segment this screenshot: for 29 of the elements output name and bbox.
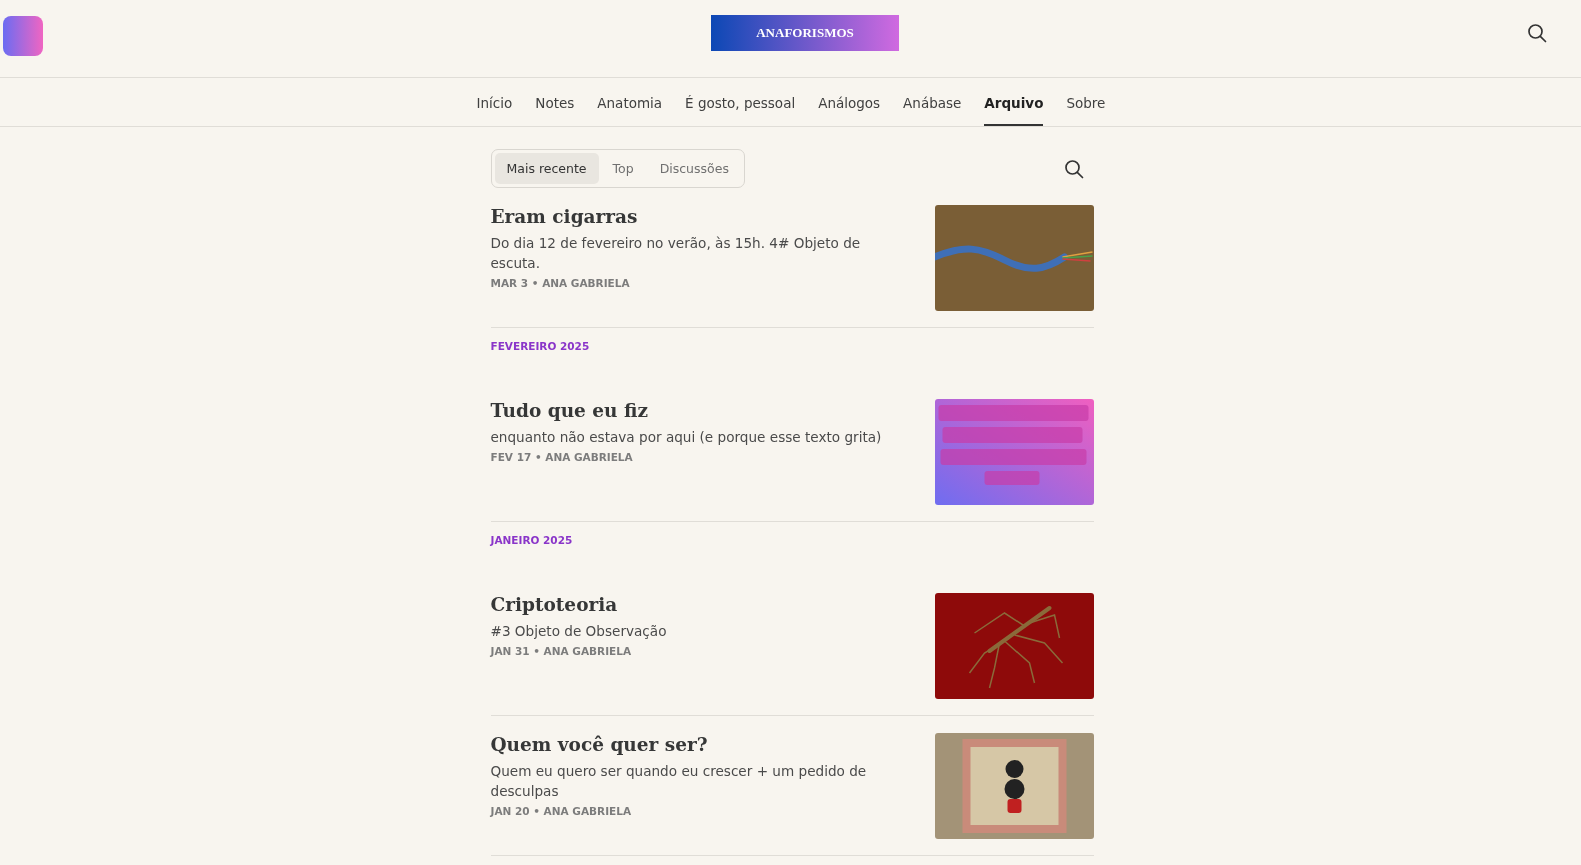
nav-tab[interactable]: Sobre: [1066, 78, 1106, 126]
nav-tab[interactable]: Notes: [535, 78, 575, 126]
post-subtitle: enquanto não estava por aqui (e porque esse texto grita): [490, 428, 882, 447]
month-heading: FEVEREIRO 2025: [490, 339, 591, 354]
sort-tab[interactable]: Discussões: [647, 153, 741, 184]
post-title-link[interactable]: Quem você quer ser?: [490, 734, 708, 755]
sort-tab[interactable]: Mais recente: [494, 153, 599, 184]
post-subtitle: #3 Objeto de Observação: [490, 622, 667, 641]
nav-tab[interactable]: Anábase: [903, 78, 962, 126]
sort-tab[interactable]: Top: [600, 153, 646, 184]
app-logo-icon[interactable]: [3, 15, 43, 56]
month-heading: JANEIRO 2025: [490, 533, 574, 548]
post-meta: MAR 3 • ANA GABRIELA: [490, 277, 630, 289]
post-title-link[interactable]: Criptoteoria: [490, 594, 618, 615]
post-title-link[interactable]: Eram cigarras: [490, 206, 638, 227]
post-subtitle: Quem eu quero ser quando eu crescer + um pedido de desculpas: [490, 762, 868, 801]
post-title-link[interactable]: Tudo que eu fiz: [490, 400, 648, 421]
post-meta: FEV 17 • ANA GABRIELA: [490, 451, 633, 463]
search-icon[interactable]: [1063, 158, 1084, 179]
post-subtitle: Do dia 12 de fevereiro no verão, às 15h. 4# Objeto de escuta.: [490, 234, 862, 273]
search-icon[interactable]: [1527, 22, 1547, 43]
nav-tab[interactable]: É gosto, pessoal: [685, 78, 796, 126]
nav-tab[interactable]: Análogos: [818, 78, 881, 126]
site-title-banner[interactable]: ANAFORISMOS: [711, 14, 899, 51]
nav-tab[interactable]: Início: [476, 78, 513, 126]
nav-tab[interactable]: Arquivo: [984, 78, 1044, 126]
post-meta: JAN 20 • ANA GABRIELA: [490, 805, 632, 817]
post-meta: JAN 31 • ANA GABRIELA: [490, 645, 632, 657]
nav-tab[interactable]: Anatomia: [597, 78, 663, 126]
